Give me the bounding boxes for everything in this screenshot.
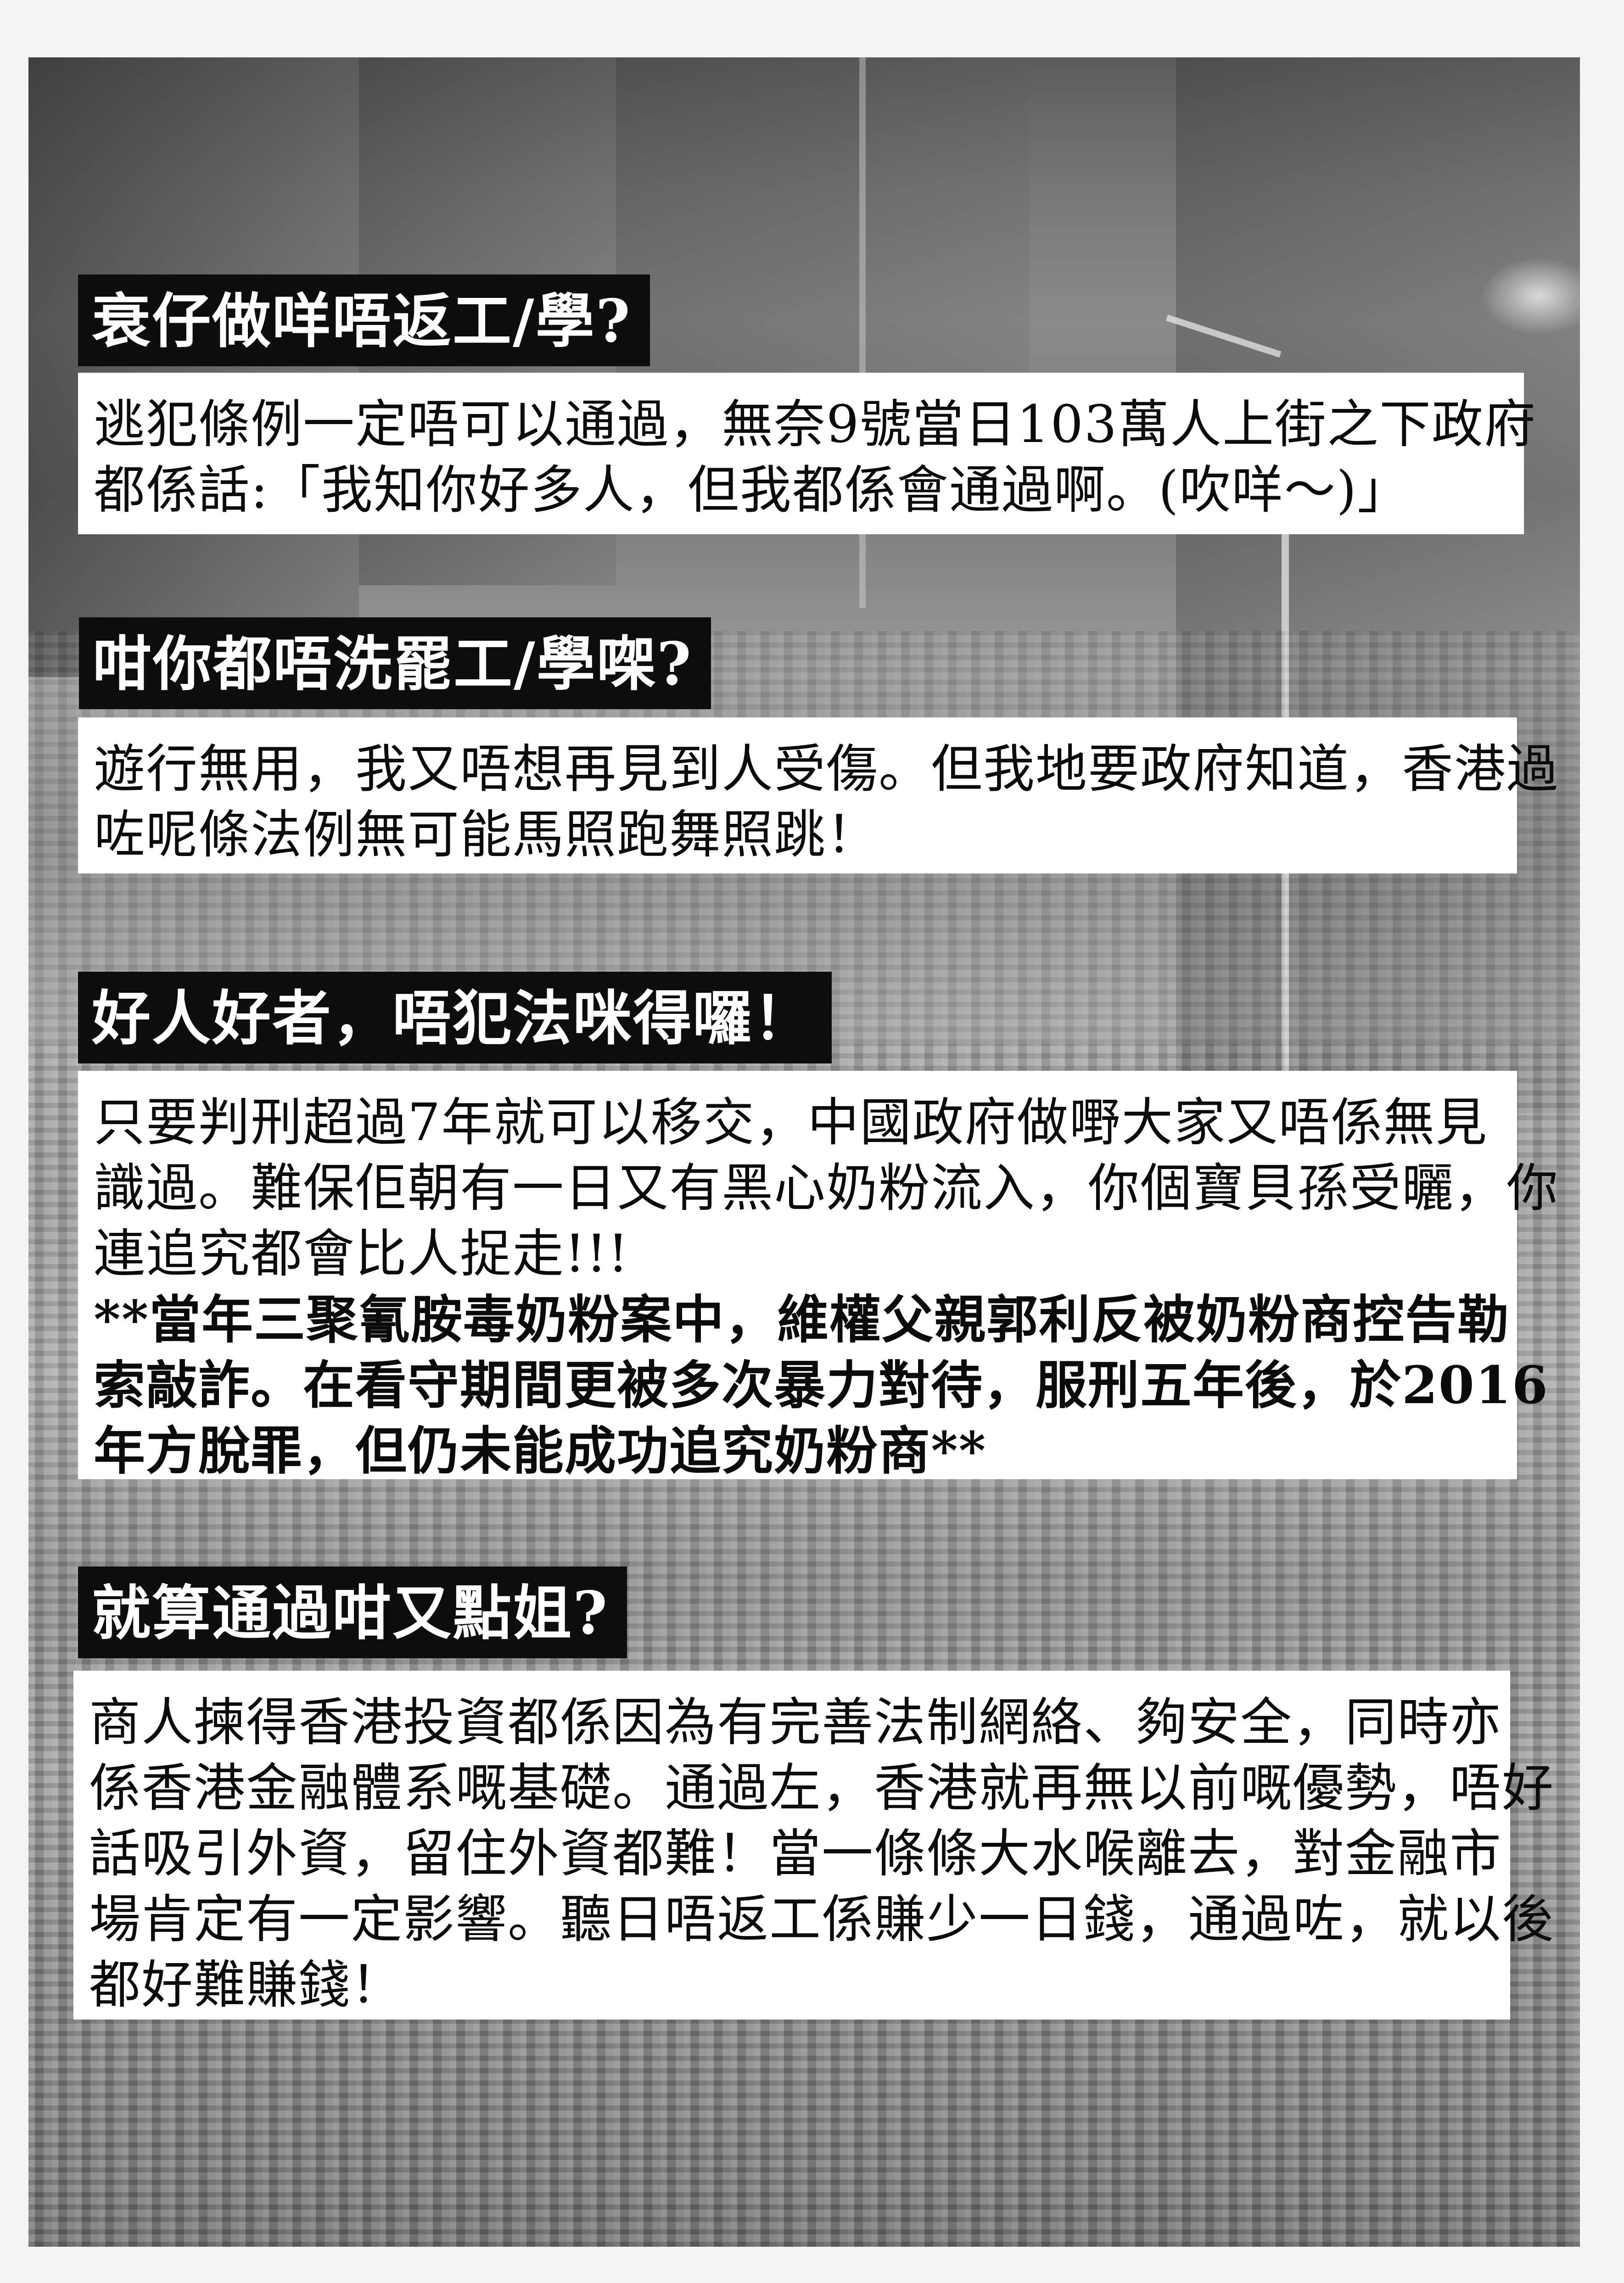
section-3-heading: 好人好者，唔犯法咪得囉！ (78, 972, 832, 1063)
section-2-body: 遊行無用，我又唔想再見到人受傷。但我地要政府知道，香港過 咗呢條法例無可能馬照跑… (78, 717, 1559, 873)
section-4-body: 商人揀得香港投資都係因為有完善法制網絡、夠安全，同時亦 係香港金融體系嘅基礎。通… (73, 1671, 1554, 2020)
section-4-line: 商人揀得香港投資都係因為有完善法制網絡、夠安全，同時亦 (89, 1693, 1502, 1752)
section-4-line: 係香港金融體系嘅基礎。通過左，香港就再無以前嘅優勢，唔好 (89, 1758, 1554, 1818)
section-4-line: 話吸引外資，留住外資都難！當一條條大水喉離去，對金融市 (89, 1824, 1502, 1884)
section-3-note-line: 年方脫罪，但仍未能成功追究奶粉商** (94, 1421, 987, 1481)
section-1-heading: 衰仔做咩唔返工/學? (78, 274, 650, 366)
section-3-body: 只要判刑超過7年就可以移交，中國政府做嘢大家又唔係無見 識過。難保佢朝有一日又有… (78, 1071, 1559, 1481)
section-1-line: 都係話:「我知你好多人，但我都係會通過啊。(吹咩～)」 (94, 460, 1410, 520)
section-3-line: 只要判刑超過7年就可以移交，中國政府做嘢大家又唔係無見 (94, 1093, 1488, 1153)
section-3-line: 連追究都會比人捉走!!! (94, 1224, 630, 1284)
section-4-line: 都好難賺錢！ (89, 1955, 403, 2015)
section-3-line: 識過。難保佢朝有一日又有黑心奶粉流入，你個寶貝孫受曬，你 (94, 1158, 1559, 1218)
section-4-heading: 就算通過咁又點姐? (78, 1567, 627, 1658)
section-3-note-line: 索敲詐。在看守期間更被多次暴力對待，服刑五年後，於2016 (94, 1355, 1549, 1416)
section-4-line: 場肯定有一定影響。聽日唔返工係賺少一日錢，通過咗，就以後 (89, 1890, 1554, 1949)
leaflet-page: 衰仔做咩唔返工/學? 逃犯條例一定唔可以通過，無奈9號當日103萬人上街之下政府… (0, 0, 1624, 2283)
section-1-line: 逃犯條例一定唔可以通過，無奈9號當日103萬人上街之下政府 (94, 395, 1537, 454)
background-building (28, 57, 359, 677)
section-2-line: 咗呢條法例無可能馬照跑舞照跳！ (94, 805, 879, 865)
section-2-line: 遊行無用，我又唔想再見到人受傷。但我地要政府知道，香港過 (94, 739, 1559, 799)
section-2-heading: 咁你都唔洗罷工/學㗎? (79, 617, 711, 709)
section-3-note-line: **當年三聚氰胺毒奶粉案中，維權父親郭利反被奶粉商控告勒 (94, 1290, 1510, 1350)
section-1-body: 逃犯條例一定唔可以通過，無奈9號當日103萬人上街之下政府 都係話:「我知你好多… (78, 373, 1537, 534)
